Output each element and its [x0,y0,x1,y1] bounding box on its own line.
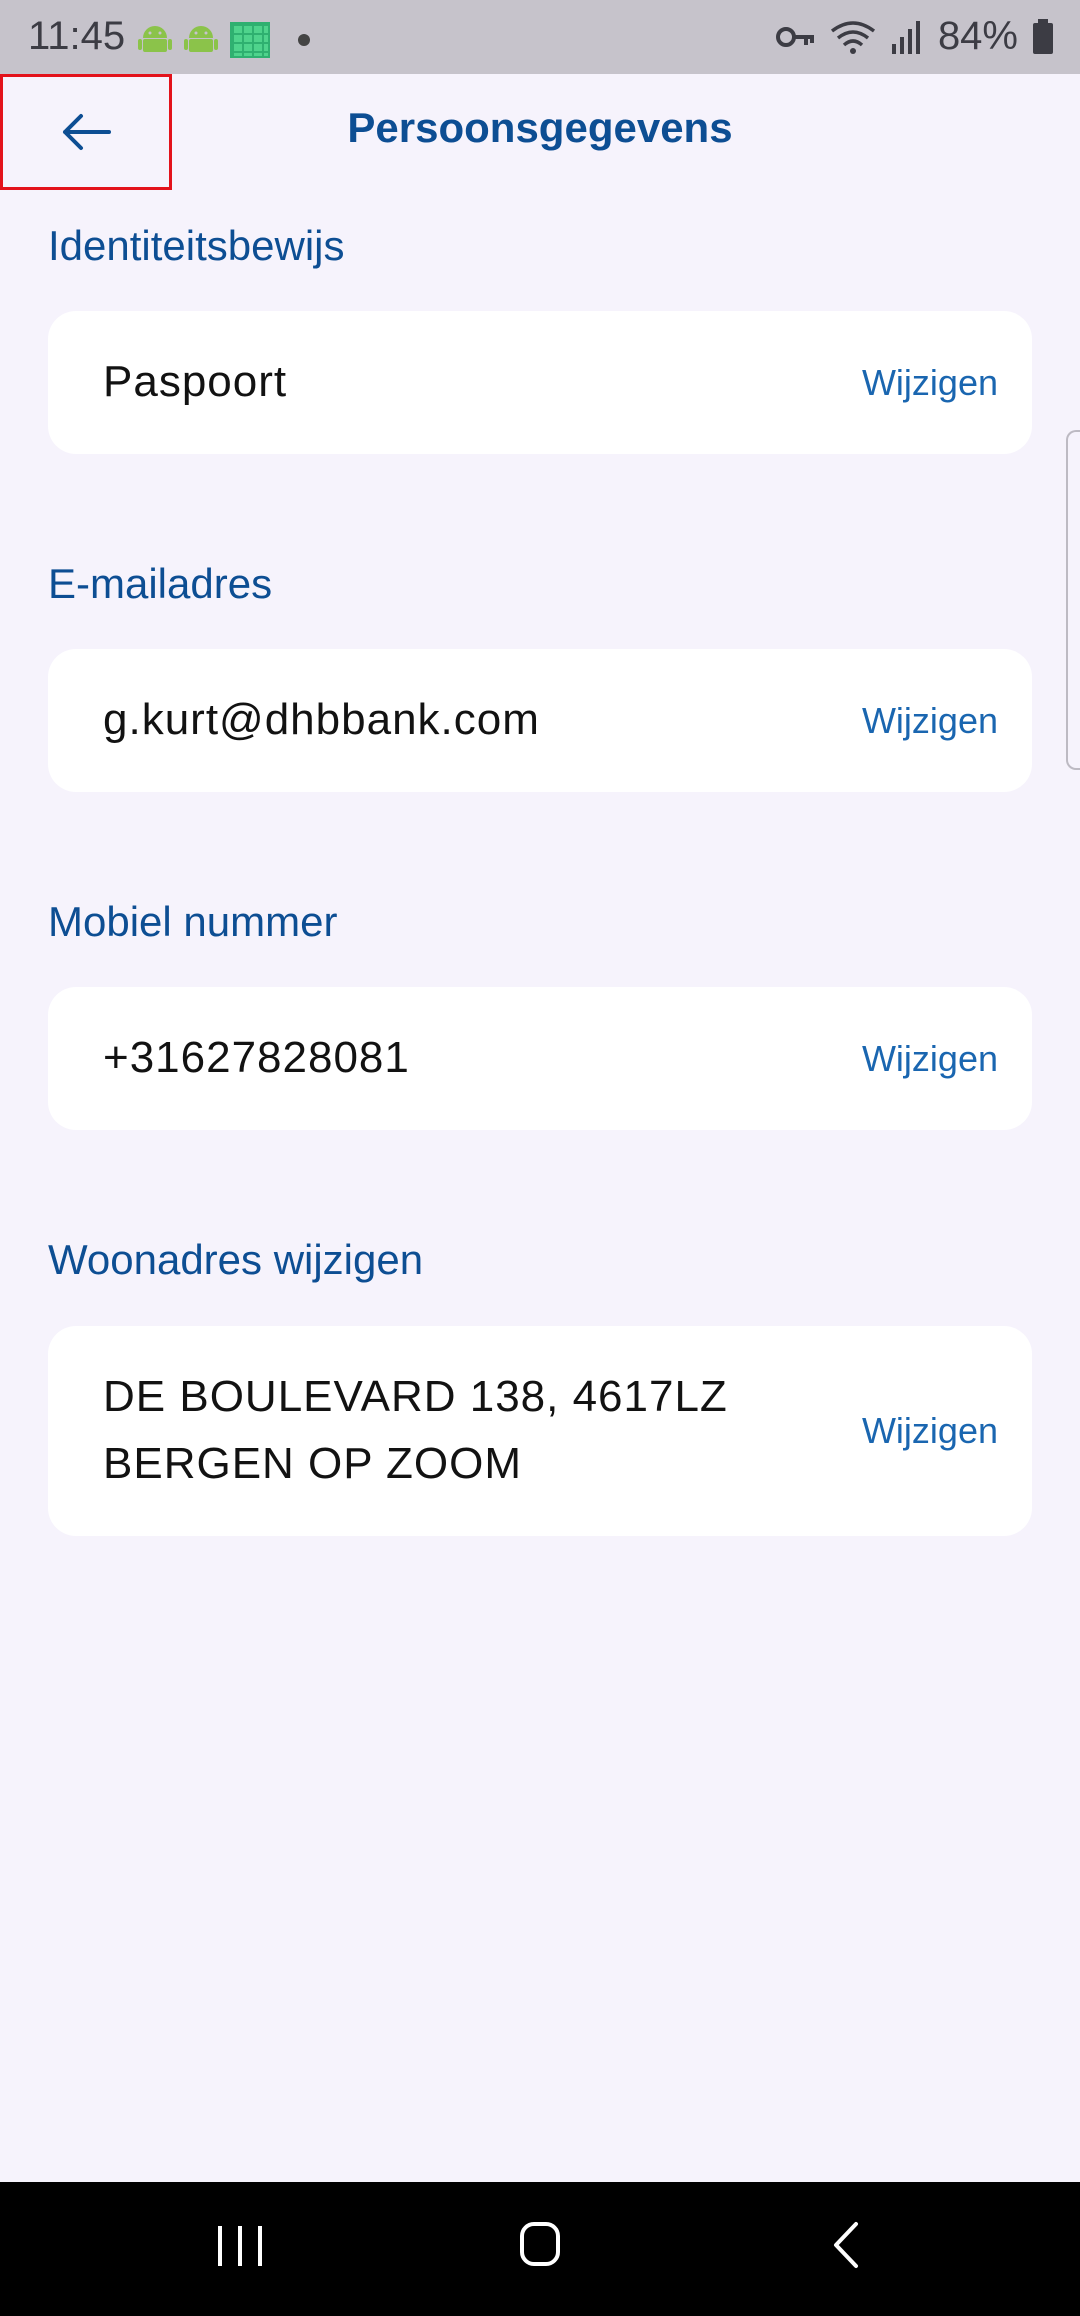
address-line1: DE BOULEVARD 138, 4617LZ [103,1372,728,1421]
status-bar: 11:45 84% [0,0,1080,74]
battery-icon [1033,18,1053,54]
system-icons: 84% [775,14,1054,59]
section-label-address: Woonadres wijzigen [48,1236,424,1283]
back-icon[interactable] [826,2220,866,2270]
system-nav-bar [0,2182,1080,2316]
section-label-id: Identiteitsbewijs [48,222,345,269]
grid-app-icon [230,22,270,58]
home-icon[interactable] [520,2222,560,2266]
change-email-button[interactable]: Wijzigen [862,700,998,742]
scroll-indicator [1066,430,1080,770]
status-time: 11:45 [28,14,126,58]
change-address-button[interactable]: Wijzigen [862,1410,998,1452]
section-label-email: E-mailadres [48,560,273,607]
email-value: g.kurt@dhbbank.com [103,695,540,744]
card-id-document: Paspoort Wijzigen [48,311,1032,454]
app-header: Persoonsgegevens [0,74,1080,192]
card-address: DE BOULEVARD 138, 4617LZ BERGEN OP ZOOM … [48,1326,1032,1536]
id-document-value: Paspoort [103,357,288,406]
phone-value: +31627828081 [103,1033,410,1082]
card-phone: +31627828081 Wijzigen [48,987,1032,1130]
page-title: Persoonsgegevens [347,104,733,151]
change-phone-button[interactable]: Wijzigen [862,1038,998,1080]
recents-icon[interactable] [218,2226,262,2266]
android-icon [184,26,218,52]
wifi-icon [830,20,875,54]
notification-icons [138,22,310,58]
address-line2: BERGEN OP ZOOM [103,1439,523,1488]
change-id-button[interactable]: Wijzigen [862,362,998,404]
battery-percentage: 84% [937,14,1018,58]
signal-icon [891,20,920,54]
dot-icon [298,34,310,46]
section-label-phone: Mobiel nummer [48,898,338,945]
key-icon [775,26,814,47]
android-icon [138,26,172,52]
card-email: g.kurt@dhbbank.com Wijzigen [48,649,1032,792]
